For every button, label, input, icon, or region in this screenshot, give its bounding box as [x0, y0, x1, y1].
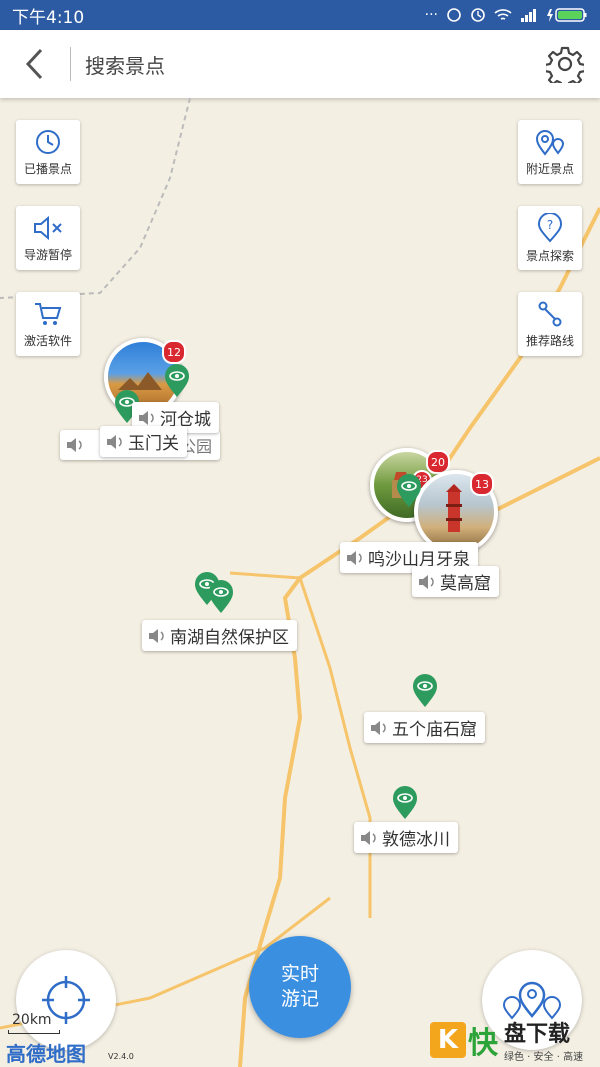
activate-software-label: 激活软件 — [23, 333, 72, 348]
status-bar: 下午4:10 ··· — [0, 0, 600, 30]
cart-icon — [35, 302, 62, 325]
speaker-icon — [419, 574, 434, 589]
fab-line2: 游记 — [280, 988, 319, 1010]
spot-label[interactable]: 莫高窟 — [412, 566, 499, 597]
locate-button[interactable] — [16, 950, 116, 1050]
watermark-kuai: 快 — [468, 1025, 498, 1061]
spot-name: 南湖自然保护区 — [170, 628, 289, 648]
recommended-routes-button[interactable]: 推荐路线 — [518, 292, 582, 356]
speaker-icon — [107, 434, 122, 449]
recommended-routes-label: 推荐路线 — [525, 333, 574, 348]
svg-text:?: ? — [547, 218, 553, 232]
activate-software-button[interactable]: 激活软件 — [16, 292, 80, 356]
gear-icon — [546, 46, 584, 83]
spot-label[interactable]: 玉门关 — [100, 426, 187, 457]
crosshair-icon — [42, 976, 90, 1024]
speaker-icon — [67, 438, 82, 452]
speaker-icon — [149, 628, 164, 643]
live-travelogue-button[interactable]: 实时 游记 — [249, 936, 351, 1038]
map-scale-bar — [8, 1030, 60, 1034]
played-spots-button[interactable]: 已播景点 — [16, 120, 80, 184]
status-icons: ··· — [425, 7, 588, 23]
map-roads — [0, 98, 600, 1067]
alarm-icon — [447, 8, 461, 22]
status-time: 下午4:10 — [12, 7, 85, 28]
settings-button[interactable] — [530, 30, 600, 98]
speaker-icon — [139, 410, 154, 425]
nearby-pin-icon — [535, 129, 565, 156]
back-button[interactable] — [0, 30, 70, 98]
cluster-count-badge: 13 — [470, 472, 494, 496]
clock-icon — [471, 8, 485, 22]
speaker-icon — [361, 830, 376, 845]
nearby-spots-button[interactable]: 附近景点 — [518, 120, 582, 184]
map-canvas[interactable]: 已播景点 导游暂停 激活软件 附近景点 ? 景点探索 推荐路线 12 20 23… — [0, 98, 600, 1067]
map-pin-eye-icon[interactable] — [412, 674, 438, 708]
map-pin-eye-icon[interactable] — [392, 786, 418, 820]
speaker-icon — [371, 720, 386, 735]
pause-guide-button[interactable]: 导游暂停 — [16, 206, 80, 270]
question-pin-icon: ? — [537, 212, 563, 242]
fab-line1: 实时 — [280, 963, 319, 985]
cluster-count-badge: 12 — [162, 340, 186, 364]
nearby-spots-label: 附近景点 — [525, 161, 574, 176]
more-dots-icon: ··· — [424, 7, 438, 23]
signal-icon — [521, 9, 536, 22]
map-pin-eye-icon[interactable] — [208, 580, 234, 614]
watermark-slogan: 绿色 · 安全 · 高速 — [504, 1052, 584, 1063]
search-input[interactable]: 搜索景点 — [71, 50, 530, 79]
top-bar: 搜索景点 — [0, 30, 600, 98]
map-pin-eye-icon[interactable] — [396, 474, 422, 508]
watermark-k: K — [430, 1021, 466, 1058]
history-icon — [36, 129, 60, 154]
watermark-title: 盘下载 — [504, 1022, 571, 1047]
explore-spots-button[interactable]: ? 景点探索 — [518, 206, 582, 270]
mute-icon — [34, 215, 62, 240]
map-provider-logo: 高德地图 — [6, 1042, 86, 1066]
chevron-left-icon — [25, 48, 43, 80]
spot-name: 莫高窟 — [440, 574, 491, 594]
explore-spots-label: 景点探索 — [525, 248, 574, 263]
spot-label[interactable]: 敦德冰川 — [354, 822, 458, 853]
wifi-icon — [494, 9, 512, 20]
map-scale-label: 20km — [12, 1012, 52, 1028]
map-pin-eye-icon[interactable] — [164, 364, 190, 398]
spot-name: 玉门关 — [128, 434, 179, 454]
speaker-icon — [347, 550, 362, 565]
route-icon — [538, 301, 562, 326]
map-version: V2.4.0 — [108, 1052, 134, 1061]
spot-name: 五个庙石窟 — [392, 720, 477, 740]
spot-label[interactable]: 南湖自然保护区 — [142, 620, 297, 651]
spot-name: 敦德冰川 — [382, 830, 450, 850]
played-spots-label: 已播景点 — [23, 161, 72, 176]
watermark-logo: K 快 盘下载 绿色 · 安全 · 高速 — [430, 1016, 583, 1063]
battery-icon — [547, 8, 587, 22]
spot-label[interactable]: 五个庙石窟 — [364, 712, 485, 743]
pause-guide-label: 导游暂停 — [23, 247, 72, 262]
